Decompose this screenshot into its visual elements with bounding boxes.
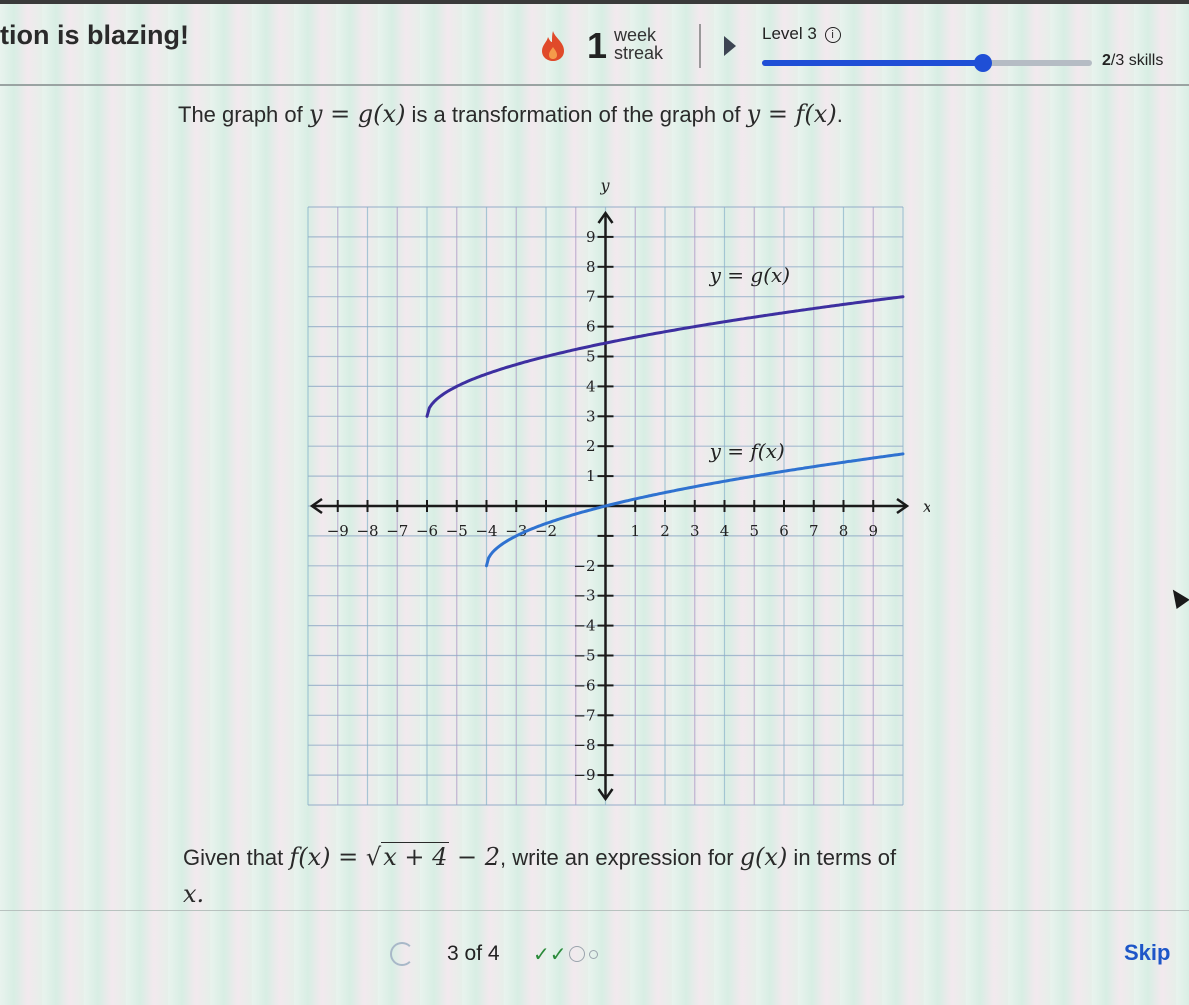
y-tick-label: 2: [586, 437, 596, 455]
prompt-math-f: y = f(x): [746, 100, 837, 128]
question-counter: 3 of 4: [447, 942, 500, 965]
streak-count: 1: [587, 25, 608, 66]
y-tick-label: −8: [573, 736, 595, 754]
progress-dots: ✓✓: [533, 942, 598, 967]
question-line-2: x.: [183, 880, 205, 908]
x-tick-label: −8: [356, 522, 378, 540]
problem-statement: The graph of y = g(x) is a transformatio…: [178, 100, 843, 128]
x-tick-label: 2: [660, 522, 670, 540]
question-math-g: g(x): [739, 843, 788, 871]
top-bar: tion is blazing! 1 week streak Level 3 i…: [0, 0, 1189, 88]
y-tick-label: 6: [586, 318, 596, 336]
x-tick-label: −9: [327, 522, 349, 540]
curve-label-g: y = g(x): [709, 263, 790, 287]
flame-icon: [542, 31, 564, 61]
x-tick-label: −7: [386, 522, 408, 540]
play-icon[interactable]: [724, 36, 736, 56]
question-math-tail: − 2: [449, 843, 501, 871]
question-text-2: , write an expression for: [500, 845, 740, 870]
remaining-question-circle: [588, 950, 598, 959]
skills-count: 2/3 skills: [1102, 52, 1163, 70]
level-progress-bar: [762, 54, 1092, 72]
x-tick-label: 8: [839, 522, 849, 540]
y-tick-label: 3: [586, 407, 596, 425]
question-text-1: Given that: [183, 845, 290, 870]
y-tick-label: −7: [573, 706, 595, 724]
header-title: tion is blazing!: [0, 20, 189, 50]
current-question-circle: [568, 946, 585, 962]
prompt-math-g: y = g(x): [308, 100, 406, 128]
radicand-text: x + 4: [381, 842, 450, 871]
y-tick-label: 9: [586, 228, 596, 246]
y-tick-label: −5: [573, 647, 595, 665]
y-tick-label: 7: [586, 288, 596, 306]
y-tick-label: 4: [586, 377, 596, 395]
y-tick-label: 1: [586, 467, 596, 485]
sqrt-radicand: x + 4: [381, 842, 450, 871]
footer-divider: [0, 910, 1189, 911]
skills-total: /3 skills: [1110, 52, 1164, 69]
x-tick-label: 4: [720, 522, 730, 540]
streak-label: week streak: [614, 26, 663, 62]
streak-label-week: week: [614, 25, 657, 45]
window-edge: [0, 0, 1189, 4]
x-axis-label: x: [923, 497, 930, 516]
header-divider-line: [0, 84, 1189, 86]
function-graph: xy−9−8−7−6−5−4−3−2123456789−9−8−7−6−5−4−…: [307, 176, 930, 806]
info-icon[interactable]: i: [824, 27, 841, 43]
x-tick-label: 9: [868, 522, 878, 540]
level-label: Level 3 i: [762, 24, 841, 44]
prompt-text-3: .: [836, 102, 843, 127]
level-progress-knob: [974, 54, 993, 72]
refresh-icon[interactable]: [390, 942, 414, 966]
level-text: Level 3: [762, 24, 817, 43]
x-tick-label: −5: [446, 522, 468, 540]
header-divider: [699, 24, 701, 68]
prompt-text-2: is a transformation of the graph of: [405, 102, 747, 127]
question-text: Given that f(x) = √x + 4 − 2, write an e…: [183, 842, 897, 871]
y-tick-label: −6: [573, 676, 595, 694]
prompt-text-1: The graph of: [178, 102, 309, 127]
sqrt-symbol: √: [365, 843, 382, 871]
curve-label-f: y = f(x): [709, 439, 785, 463]
question-text-3: in terms of: [787, 845, 897, 870]
x-tick-label: 5: [749, 522, 759, 540]
y-tick-label: −4: [573, 617, 595, 635]
x-tick-label: −6: [416, 522, 438, 540]
x-tick-label: −4: [475, 522, 497, 540]
y-tick-label: 8: [586, 258, 596, 276]
skip-button[interactable]: Skip: [1124, 940, 1170, 966]
y-tick-label: 5: [586, 348, 596, 366]
mouse-cursor: [1166, 585, 1189, 609]
y-axis-label: y: [600, 176, 611, 195]
question-math-f: f(x) =: [289, 843, 366, 871]
completed-checks: ✓✓: [533, 944, 567, 966]
y-tick-label: −9: [573, 766, 595, 784]
y-tick-label: −2: [573, 557, 595, 575]
skills-done: 2: [1102, 52, 1111, 69]
x-tick-label: 1: [630, 522, 640, 540]
level-progress-fill: [762, 60, 984, 66]
x-tick-label: 7: [809, 522, 819, 540]
x-tick-label: 6: [779, 522, 789, 540]
y-tick-label: −3: [573, 587, 595, 605]
streak-label-streak: streak: [614, 43, 664, 63]
x-tick-label: 3: [690, 522, 700, 540]
